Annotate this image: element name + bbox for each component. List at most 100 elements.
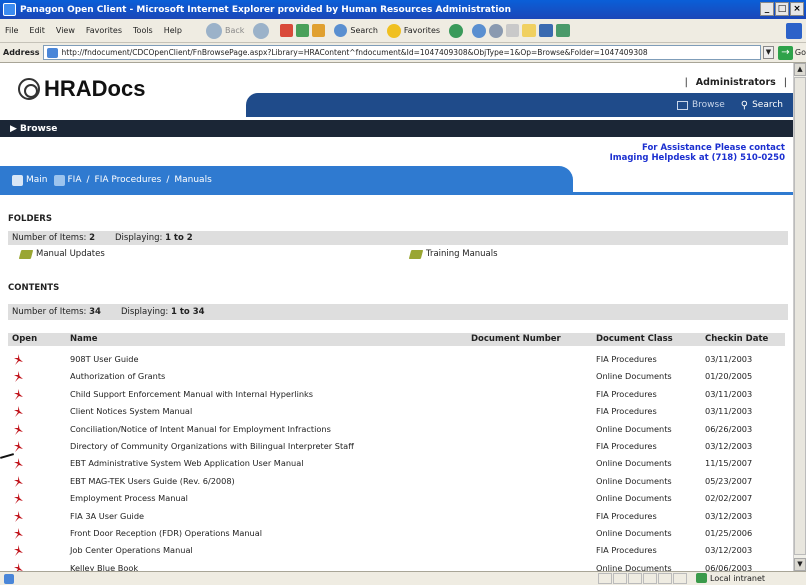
messenger-icon[interactable] [556,24,571,37]
print-icon[interactable] [489,23,504,38]
document-name[interactable]: 908T User Guide [70,354,139,364]
close-button[interactable]: × [790,2,804,16]
table-row[interactable]: EBT Administrative System Web Applicatio… [8,455,785,472]
favorites-icon[interactable] [386,23,401,38]
pdf-icon[interactable] [14,388,23,400]
table-row[interactable]: Kelley Blue Book Online Documents 06/06/20… [8,560,785,571]
column-open[interactable]: Open [12,334,37,344]
pdf-icon[interactable] [14,545,23,557]
nav-browse[interactable]: Browse [676,100,725,110]
table-row[interactable]: Job Center Operations Manual FIA Procedur… [8,542,785,559]
document-name[interactable]: Authorization of Grants [70,371,165,381]
table-row[interactable]: Child Support Enforcement Manual with In… [8,386,785,403]
minimize-button[interactable]: _ [760,2,774,16]
contents-count-bar: Number of Items: 34 Displaying: 1 to 34 [8,304,788,320]
document-name[interactable]: Client Notices System Manual [70,406,192,416]
research-icon[interactable] [539,24,554,37]
hradocs-logo: HRA Docs [18,76,145,102]
table-row[interactable]: FIA 3A User Guide FIA Procedures 03/12/200… [8,508,785,525]
folder-icon[interactable] [522,24,537,37]
nav-search[interactable]: ⚲ Search [741,100,783,111]
address-bar: Address http://fndocument/CDCOpenClient/… [0,43,806,63]
pdf-icon[interactable] [14,562,23,571]
table-row[interactable]: 908T User Guide FIA Procedures 03/11/2003 [8,351,785,368]
breadcrumb-main[interactable]: Main [26,175,48,185]
mail-icon[interactable] [472,23,487,38]
menu-file[interactable]: File [4,26,19,35]
maximize-button[interactable]: □ [775,2,789,16]
address-dropdown-icon[interactable]: ▼ [763,46,774,59]
document-name[interactable]: Directory of Community Organizations wit… [70,441,354,451]
library-icon [12,174,23,186]
edit-icon[interactable] [506,24,520,37]
address-input[interactable]: http://fndocument/CDCOpenClient/FnBrowse… [42,45,762,60]
column-document-class[interactable]: Document Class [596,334,673,344]
document-name[interactable]: Child Support Enforcement Manual with In… [70,389,313,399]
pdf-icon[interactable] [14,441,23,452]
assist-line-1: For Assistance Please contact [642,143,785,153]
breadcrumb-fia-procedures[interactable]: FIA Procedures [95,175,162,185]
pdf-icon[interactable] [14,510,23,522]
browse-bar[interactable]: ▶ Browse [0,120,793,137]
pdf-icon[interactable] [14,458,23,470]
menu-edit[interactable]: Edit [28,26,46,35]
pdf-icon[interactable] [14,354,23,365]
pdf-icon[interactable] [14,475,23,487]
table-row[interactable]: Employment Process Manual Online Document… [8,490,785,507]
document-class: Online Documents [596,528,672,538]
folders-count-bar: Number of Items: 2 Displaying: 1 to 2 [8,231,788,245]
menu-tools[interactable]: Tools [132,26,154,35]
history-icon[interactable] [449,23,464,38]
search-icon[interactable] [334,24,348,37]
table-row[interactable]: Directory of Community Organizations wit… [8,438,785,455]
vertical-scrollbar[interactable]: ▲ ▼ [793,63,806,571]
column-name[interactable]: Name [70,334,97,344]
document-name[interactable]: EBT Administrative System Web Applicatio… [70,458,304,468]
status-bar: Local intranet [0,571,806,585]
document-name[interactable]: Job Center Operations Manual [70,545,193,555]
menu-favorites[interactable]: Favorites [85,26,123,35]
checkin-date: 11/15/2007 [705,458,753,469]
refresh-icon[interactable] [296,24,310,37]
pdf-icon[interactable] [14,371,23,383]
window-title: Panagon Open Client - Microsoft Internet… [20,4,511,15]
document-name[interactable]: EBT MAG-TEK Users Guide (Rev. 6/2008) [70,476,235,486]
table-row[interactable]: Front Door Reception (FDR) Operations Ma… [8,525,785,542]
table-row[interactable]: EBT MAG-TEK Users Guide (Rev. 6/2008) Onl… [8,473,785,490]
home-icon[interactable] [312,24,326,37]
scroll-down-icon[interactable]: ▼ [794,558,806,571]
column-document-number[interactable]: Document Number [471,334,561,344]
stop-icon[interactable] [280,24,294,37]
document-name[interactable]: Front Door Reception (FDR) Operations Ma… [70,528,262,538]
folder-manual-updates[interactable]: Manual Updates [18,249,105,259]
menu-help[interactable]: Help [163,26,183,35]
pdf-icon[interactable] [14,406,23,418]
scroll-up-icon[interactable]: ▲ [794,63,806,76]
back-label[interactable]: Back [225,26,244,35]
pdf-icon[interactable] [14,423,23,435]
checkin-date: 03/12/2003 [705,441,753,451]
pdf-icon[interactable] [14,528,23,539]
menu-view[interactable]: View [55,26,76,35]
document-class: Online Documents [596,423,672,434]
forward-icon[interactable] [253,22,270,39]
table-row[interactable]: Client Notices System Manual FIA Procedur… [8,403,785,420]
document-class: FIA Procedures [596,354,657,364]
breadcrumb-fia[interactable]: FIA [68,175,82,185]
pdf-icon[interactable] [14,493,23,505]
folder-training-manuals[interactable]: Training Manuals [408,249,498,259]
folder-icon [408,249,424,259]
administrators-link[interactable]: Administrators [696,77,776,88]
column-checkin-date[interactable]: Checkin Date [705,334,768,344]
favorites-label[interactable]: Favorites [404,26,440,35]
document-name[interactable]: Conciliation/Notice of Intent Manual for… [70,424,331,434]
back-icon[interactable] [205,22,222,39]
table-row[interactable]: Authorization of Grants Online Documents 0… [8,368,785,385]
table-row[interactable]: Conciliation/Notice of Intent Manual for… [8,421,785,438]
search-label[interactable]: Search [350,26,377,35]
document-name[interactable]: FIA 3A User Guide [70,511,144,521]
document-name[interactable]: Employment Process Manual [70,493,188,503]
scroll-thumb[interactable] [794,77,806,555]
document-name[interactable]: Kelley Blue Book [70,563,138,571]
go-button[interactable]: → Go [777,45,806,60]
